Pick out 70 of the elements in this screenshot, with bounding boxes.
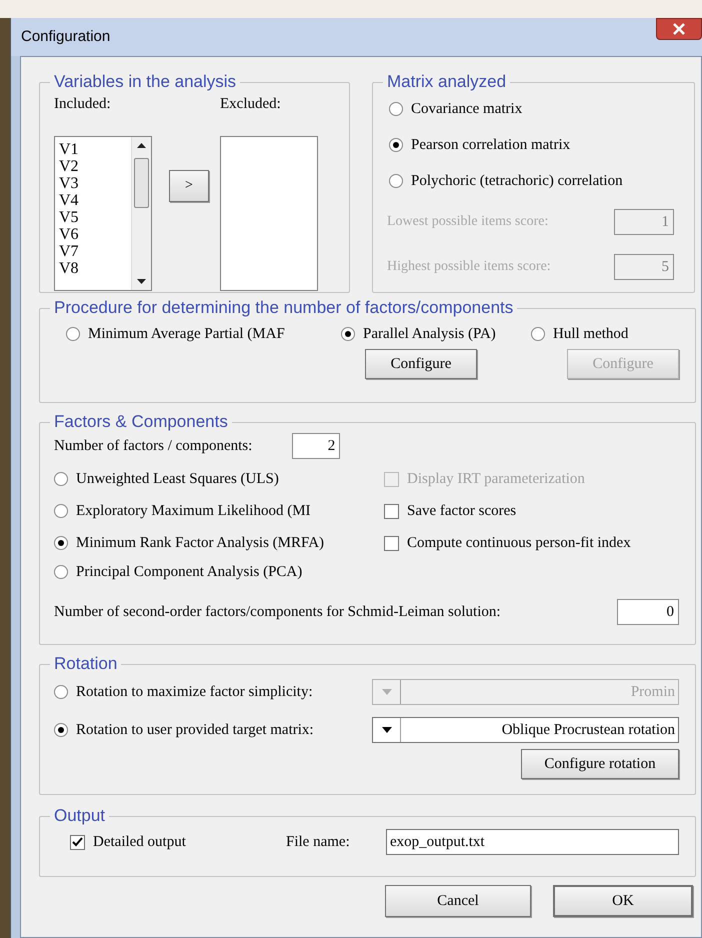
checkbox[interactable] [70, 834, 85, 850]
checkbox[interactable] [384, 504, 399, 518]
group-title: Variables in the analysis [53, 73, 238, 91]
button[interactable]: > [169, 170, 209, 202]
list-item[interactable]: V7 [59, 242, 131, 260]
radio-label: Rotation to maximize factor simplicity: [76, 682, 313, 702]
radio-label: Covariance matrix [411, 100, 522, 119]
radio-button[interactable] [54, 723, 68, 737]
radio-button[interactable] [54, 504, 68, 518]
radio-button[interactable] [389, 174, 403, 188]
radio-button[interactable] [389, 102, 403, 116]
radio-button[interactable] [389, 138, 403, 152]
button[interactable]: Configure rotation [521, 749, 679, 779]
list-box[interactable]: V1 V2 V3 V4 V5 V6 V7 V8 [54, 136, 152, 290]
radio-label: Pearson correlation matrix [411, 136, 570, 155]
close-button[interactable] [656, 18, 702, 40]
button[interactable]: OK [553, 885, 693, 917]
field-label: Lowest possible items score: [387, 213, 548, 231]
button[interactable]: Configure [365, 349, 477, 379]
list-item[interactable]: V8 [59, 260, 131, 276]
scroll-down-icon[interactable] [137, 278, 146, 284]
checkbox[interactable] [384, 536, 399, 550]
list-label: Excluded: [220, 95, 282, 114]
field-label: Number of second-order factors/components for Schmid-Leiman solution: [54, 602, 501, 622]
radio-button[interactable] [54, 536, 68, 550]
radio-button[interactable] [54, 472, 68, 486]
radio-label: Exploratory Maximum Likelihood (MI [76, 502, 311, 521]
input-field[interactable]: 2 [292, 433, 340, 459]
radio-button[interactable] [341, 327, 355, 341]
scroll-thumb[interactable] [134, 158, 149, 208]
window-title: Configuration [21, 26, 110, 47]
checkbox-label: Compute continuous person-fit index [407, 534, 631, 553]
list-item[interactable]: V4 [59, 192, 131, 208]
group-title: Factors & Components [53, 413, 229, 431]
field-label: File name: [286, 832, 351, 852]
checkbox-label: Detailed output [93, 832, 186, 852]
group-title: Procedure for determining the number of factors/components [53, 299, 514, 317]
radio-button[interactable] [66, 327, 80, 341]
group-title: Matrix analyzed [386, 73, 508, 91]
radio-label: Parallel Analysis (PA) [363, 324, 496, 344]
dropdown-arrow-icon[interactable] [382, 727, 392, 733]
field-label: Number of factors / components: [54, 436, 252, 456]
radio-label: Principal Component Analysis (PCA) [76, 562, 302, 582]
checkbox-label: Display IRT parameterization [407, 470, 585, 489]
button[interactable]: Cancel [385, 885, 531, 917]
input-field[interactable]: exop_output.txt [386, 829, 679, 855]
radio-label: Minimum Average Partial (MAF [88, 324, 285, 344]
close-icon [672, 23, 686, 35]
radio-label: Rotation to user provided target matrix: [76, 720, 314, 740]
field-label: Highest possible items score: [387, 258, 551, 276]
scrollbar[interactable] [131, 136, 151, 290]
list-item[interactable]: V2 [59, 158, 131, 174]
list-item[interactable]: V3 [59, 174, 131, 192]
radio-label: Polychoric (tetrachoric) correlation [411, 172, 623, 191]
list-item[interactable]: V1 [59, 140, 131, 158]
radio-label: Hull method [553, 324, 628, 344]
list-item[interactable]: V5 [59, 208, 131, 226]
radio-button[interactable] [54, 565, 68, 579]
group-title: Rotation [53, 655, 118, 673]
radio-label: Unweighted Least Squares (ULS) [76, 470, 279, 489]
list-item[interactable]: V6 [59, 226, 131, 242]
list-box[interactable] [220, 136, 318, 290]
radio-button[interactable] [531, 327, 545, 341]
checkbox-label: Save factor scores [407, 502, 516, 521]
dropdown[interactable]: Oblique Procrustean rotation [372, 717, 679, 743]
list-label: Included: [54, 95, 112, 114]
group-title: Output [53, 807, 106, 825]
input-field[interactable]: 0 [617, 599, 679, 625]
radio-label: Minimum Rank Factor Analysis (MRFA) [76, 534, 324, 553]
scroll-up-icon[interactable] [137, 142, 146, 148]
